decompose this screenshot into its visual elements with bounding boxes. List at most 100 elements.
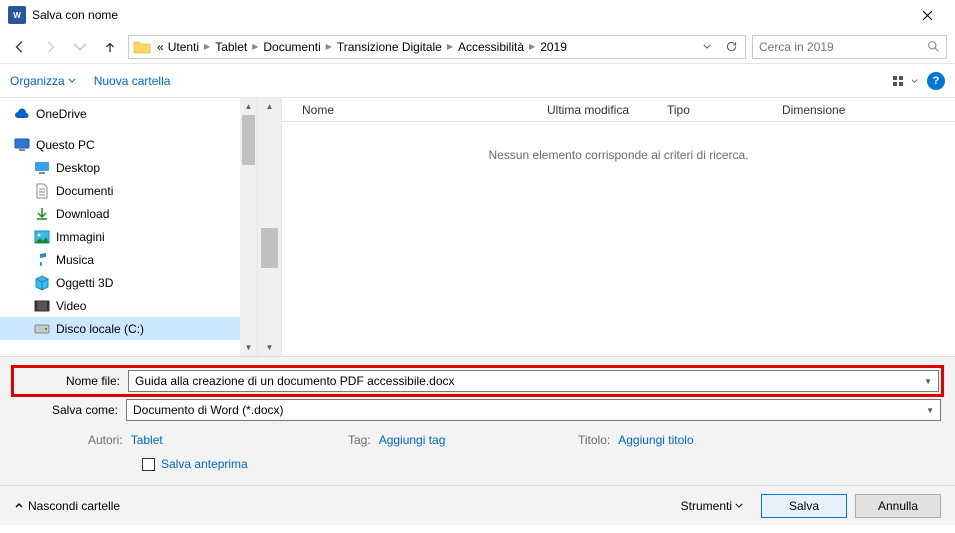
filename-input[interactable] (135, 374, 924, 388)
breadcrumb-item[interactable]: Transizione Digitale (335, 40, 444, 54)
tree-label: Documenti (56, 184, 113, 198)
sidebar-scrollbar[interactable]: ▲ ▼ (240, 98, 257, 356)
chevron-down-icon[interactable]: ▼ (926, 406, 934, 415)
chevron-right-icon: ▶ (249, 42, 261, 51)
close-button[interactable] (907, 0, 947, 30)
forward-button[interactable] (38, 35, 62, 59)
scroll-up-icon[interactable]: ▲ (240, 98, 257, 115)
address-bar[interactable]: « Utenti▶ Tablet▶ Documenti▶ Transizione… (128, 35, 746, 59)
hide-folders-label: Nascondi cartelle (28, 499, 120, 513)
tree-label: OneDrive (36, 107, 87, 121)
search-box[interactable] (752, 35, 947, 59)
tree-label: Download (56, 207, 109, 221)
organize-label: Organizza (10, 74, 65, 88)
chevron-right-icon: ▶ (201, 42, 213, 51)
scrollbar-thumb[interactable] (242, 115, 255, 165)
breadcrumb-item[interactable]: Utenti (166, 40, 201, 54)
scrollbar-thumb[interactable] (261, 228, 278, 268)
tree-onedrive[interactable]: OneDrive (0, 102, 240, 125)
navigation-tree: OneDrive Questo PC Desktop Documenti Dow… (0, 98, 258, 356)
folder-icon (133, 40, 151, 54)
breadcrumb-item[interactable]: 2019 (538, 40, 569, 54)
tree-label: Desktop (56, 161, 100, 175)
cancel-label: Annulla (878, 499, 918, 513)
new-folder-button[interactable]: Nuova cartella (94, 74, 171, 88)
save-button[interactable]: Salva (761, 494, 847, 518)
breadcrumb-item[interactable]: Accessibilità (456, 40, 526, 54)
tools-label: Strumenti (681, 499, 732, 513)
help-button[interactable]: ? (927, 72, 945, 90)
filename-label: Nome file: (16, 374, 128, 388)
search-input[interactable] (759, 40, 927, 54)
tree-documents[interactable]: Documenti (0, 179, 240, 202)
saveas-select[interactable]: Documento di Word (*.docx) ▼ (126, 399, 941, 421)
file-list-scrollbar[interactable]: ▲ ▼ (258, 98, 282, 356)
saveas-value: Documento di Word (*.docx) (133, 403, 926, 417)
tree-label: Questo PC (36, 138, 95, 152)
navigation-bar: « Utenti▶ Tablet▶ Documenti▶ Transizione… (0, 30, 955, 64)
saveas-label: Salva come: (14, 403, 126, 417)
scroll-up-icon[interactable]: ▲ (258, 98, 281, 115)
cancel-button[interactable]: Annulla (855, 494, 941, 518)
column-name[interactable]: Nome (282, 103, 537, 117)
breadcrumb-item[interactable]: Documenti (261, 40, 322, 54)
recent-dropdown-button[interactable] (68, 35, 92, 59)
tree-label: Musica (56, 253, 94, 267)
up-button[interactable] (98, 35, 122, 59)
hide-folders-button[interactable]: Nascondi cartelle (14, 499, 120, 513)
chevron-down-icon (68, 78, 76, 83)
organize-menu[interactable]: Organizza (10, 74, 76, 88)
save-preview-label[interactable]: Salva anteprima (161, 457, 248, 471)
column-modified[interactable]: Ultima modifica (537, 103, 657, 117)
authors-value[interactable]: Tablet (131, 433, 163, 447)
tools-menu[interactable]: Strumenti (681, 499, 743, 513)
tree-3dobjects[interactable]: Oggetti 3D (0, 271, 240, 294)
tag-label: Tag: (348, 433, 371, 447)
cube-icon (34, 275, 50, 291)
address-dropdown-button[interactable] (697, 37, 717, 57)
window-title: Salva con nome (32, 8, 118, 22)
filename-input-wrap[interactable]: ▼ (128, 370, 939, 392)
breadcrumb-item[interactable]: Tablet (213, 40, 249, 54)
download-icon (34, 206, 50, 222)
title-bar: W Salva con nome (0, 0, 955, 30)
scroll-down-icon[interactable]: ▼ (258, 339, 281, 356)
refresh-button[interactable] (721, 37, 741, 57)
back-button[interactable] (8, 35, 32, 59)
scroll-down-icon[interactable]: ▼ (240, 339, 257, 356)
save-preview-checkbox[interactable] (142, 458, 155, 471)
breadcrumb-prefix[interactable]: « (155, 40, 166, 54)
chevron-down-icon (735, 503, 743, 508)
documents-icon (34, 183, 50, 199)
chevron-right-icon: ▶ (526, 42, 538, 51)
tree-label: Disco locale (C:) (56, 322, 144, 336)
dialog-footer: Nascondi cartelle Strumenti Salva Annull… (0, 485, 955, 525)
tree-videos[interactable]: Video (0, 294, 240, 317)
chevron-down-icon (911, 79, 918, 83)
tree-label: Immagini (56, 230, 105, 244)
chevron-right-icon: ▶ (323, 42, 335, 51)
video-icon (34, 298, 50, 314)
toolbar: Organizza Nuova cartella ? (0, 64, 955, 98)
pictures-icon (34, 229, 50, 245)
tree-thispc[interactable]: Questo PC (0, 133, 240, 156)
view-options-button[interactable] (889, 70, 919, 92)
column-headers: Nome Ultima modifica Tipo Dimensione (282, 98, 955, 122)
chevron-down-icon[interactable]: ▼ (924, 377, 932, 386)
desktop-icon (34, 160, 50, 176)
title-add-link[interactable]: Aggiungi titolo (618, 433, 693, 447)
tag-add-link[interactable]: Aggiungi tag (379, 433, 446, 447)
search-icon (927, 40, 940, 53)
tree-music[interactable]: Musica (0, 248, 240, 271)
chevron-right-icon: ▶ (444, 42, 456, 51)
drive-icon (34, 321, 50, 337)
tree-localdisk[interactable]: Disco locale (C:) (0, 317, 240, 340)
cloud-icon (14, 106, 30, 122)
column-type[interactable]: Tipo (657, 103, 772, 117)
tree-desktop[interactable]: Desktop (0, 156, 240, 179)
empty-folder-message: Nessun elemento corrisponde ai criteri d… (282, 148, 955, 162)
tree-pictures[interactable]: Immagini (0, 225, 240, 248)
column-size[interactable]: Dimensione (772, 103, 872, 117)
save-form: Nome file: ▼ Salva come: Documento di Wo… (0, 356, 955, 485)
tree-downloads[interactable]: Download (0, 202, 240, 225)
